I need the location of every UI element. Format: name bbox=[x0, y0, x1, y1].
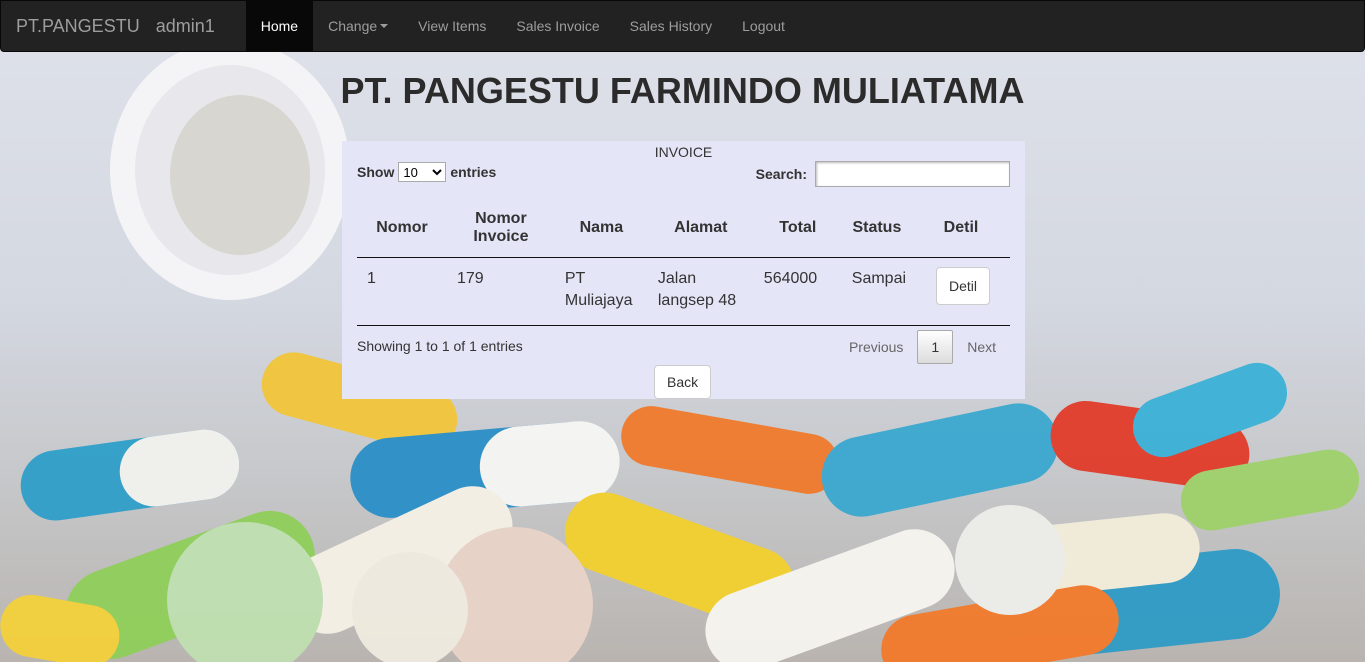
col-nomor[interactable]: Nomor bbox=[357, 199, 447, 258]
search-label: Search: bbox=[755, 166, 807, 182]
table-caption: INVOICE bbox=[654, 144, 713, 160]
nav-change-dropdown[interactable]: Change bbox=[313, 1, 403, 51]
next-page-button[interactable]: Next bbox=[953, 331, 1010, 363]
nav-change-label: Change bbox=[328, 18, 378, 34]
nav-logout-label: Logout bbox=[742, 18, 785, 34]
navbar-brand[interactable]: PT.PANGESTU admin1 bbox=[1, 1, 246, 51]
nav-home[interactable]: Home bbox=[245, 1, 314, 51]
table-header-row: Nomor Nomor Invoice Nama Alamat Total St… bbox=[357, 199, 1010, 258]
col-nama[interactable]: Nama bbox=[554, 199, 648, 258]
col-nomor-invoice[interactable]: Nomor Invoice bbox=[446, 199, 555, 258]
col-status[interactable]: Status bbox=[841, 199, 913, 258]
previous-page-button[interactable]: Previous bbox=[835, 331, 917, 363]
col-total[interactable]: Total bbox=[753, 199, 842, 258]
cell-total: 564000 bbox=[753, 257, 842, 326]
entries-label: entries bbox=[450, 164, 497, 180]
page-title: PT. PANGESTU FARMINDO MULIATAMA bbox=[340, 70, 1025, 111]
cell-status: Sampai bbox=[841, 257, 913, 326]
invoice-table: Nomor Nomor Invoice Nama Alamat Total St… bbox=[357, 199, 1010, 326]
nav-view-items-label: View Items bbox=[418, 18, 487, 34]
nav-sales-history[interactable]: Sales History bbox=[615, 1, 727, 51]
table-info: Showing 1 to 1 of 1 entries bbox=[357, 338, 523, 354]
page-1-button[interactable]: 1 bbox=[917, 330, 954, 364]
back-button[interactable]: Back bbox=[654, 365, 712, 399]
pagination: Previous 1 Next bbox=[835, 330, 1010, 364]
caret-down-icon bbox=[380, 24, 389, 28]
nav-logout[interactable]: Logout bbox=[727, 1, 800, 51]
nav-view-items[interactable]: View Items bbox=[403, 1, 501, 51]
invoice-panel: INVOICE Show 10 entries Search: Nomor No… bbox=[342, 141, 1025, 399]
detil-button[interactable]: Detil bbox=[936, 266, 991, 305]
entries-per-page-select[interactable]: 10 bbox=[398, 162, 447, 182]
entries-length-control: Show 10 entries bbox=[357, 162, 496, 182]
show-label: Show bbox=[357, 164, 395, 180]
cell-nomor-invoice: 179 bbox=[446, 257, 555, 326]
search-input[interactable] bbox=[815, 161, 1010, 187]
nav-sales-history-label: Sales History bbox=[629, 18, 713, 34]
search-control: Search: bbox=[756, 161, 1010, 187]
cell-nomor: 1 bbox=[357, 257, 447, 326]
nav-sales-invoice-label: Sales Invoice bbox=[516, 18, 600, 34]
cell-nama: PT Muliajaya bbox=[554, 257, 648, 326]
col-alamat[interactable]: Alamat bbox=[647, 199, 754, 258]
current-user: admin1 bbox=[155, 15, 215, 36]
top-navbar: PT.PANGESTU admin1 Home Change View Item… bbox=[0, 0, 1365, 52]
nav-home-label: Home bbox=[260, 18, 299, 34]
col-detil[interactable]: Detil bbox=[912, 199, 1010, 258]
brand-name: PT.PANGESTU bbox=[16, 15, 140, 36]
nav-sales-invoice[interactable]: Sales Invoice bbox=[501, 1, 614, 51]
cell-alamat: Jalan langsep 48 bbox=[647, 257, 754, 326]
table-row: 1 179 PT Muliajaya Jalan langsep 48 5640… bbox=[357, 257, 1010, 326]
cell-detil: Detil bbox=[912, 257, 1010, 326]
